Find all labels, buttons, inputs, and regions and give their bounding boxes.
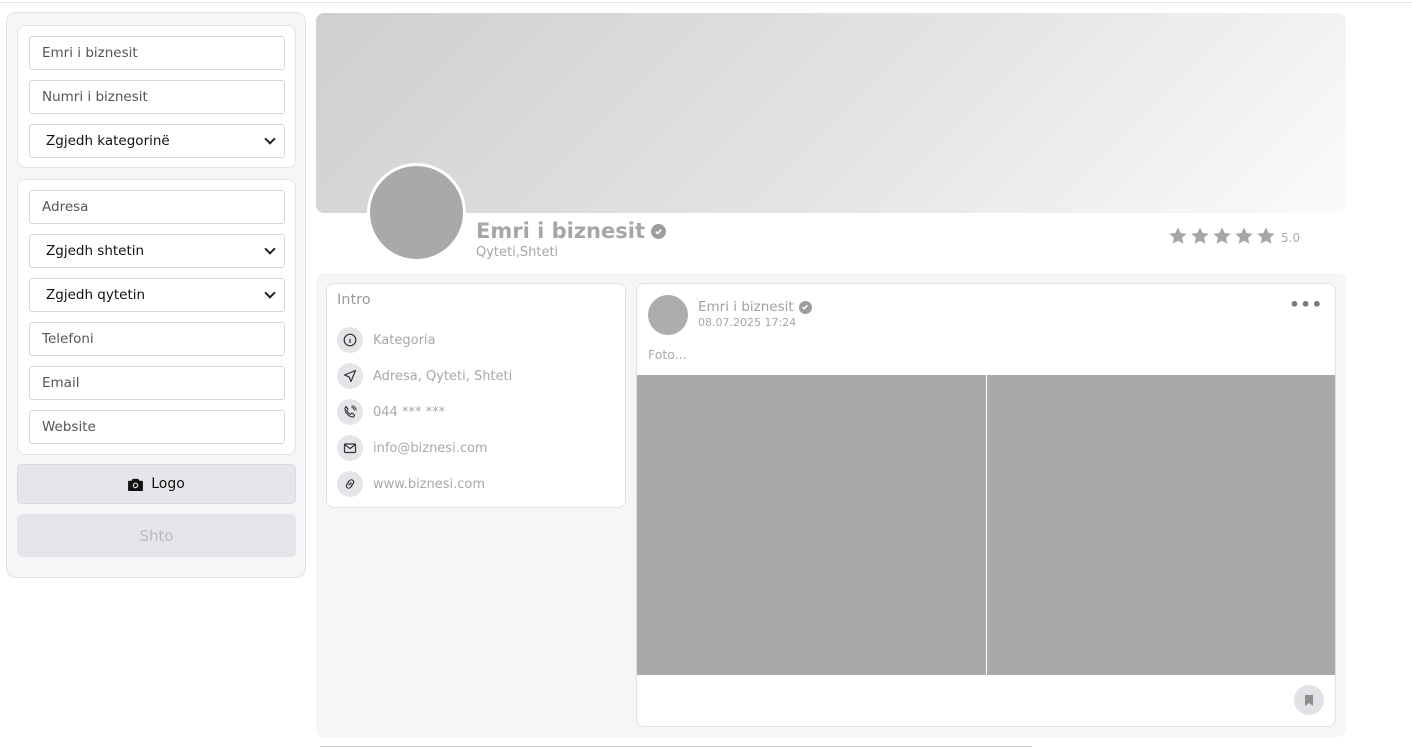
category-select-value: Zgjedh kategorinë [46,133,170,149]
intro-item-label: info@biznesi.com [373,440,488,456]
category-select[interactable]: Zgjedh kategorinë [29,124,285,158]
post-date: 08.07.2025 17:24 [698,316,797,329]
country-select[interactable]: Zgjedh shtetin [29,234,285,268]
star-icon [1235,227,1253,244]
intro-item-phone: 044 *** *** [337,399,445,425]
chevron-down-icon [264,243,276,255]
business-name-placeholder: Emri i biznesit [42,45,138,61]
email-placeholder: Email [42,375,80,391]
chevron-down-icon [264,133,276,145]
website-field[interactable]: Website [29,410,285,444]
contact-info-group: Adresa Zgjedh shtetin Zgjedh qytetin Tel… [17,179,296,455]
mail-icon [337,435,363,461]
verified-badge-icon [650,223,666,239]
intro-card: Intro Kategoria Adresa, Qyteti, Shteti 0… [326,283,626,508]
email-field[interactable]: Email [29,366,285,400]
star-icon [1191,227,1209,244]
bottom-divider [320,746,1032,747]
intro-item-category: Kategoria [337,327,436,353]
info-icon [337,327,363,353]
upload-logo-button[interactable]: Logo [17,464,296,504]
chevron-down-icon [264,287,276,299]
post-author-avatar [648,295,688,335]
business-name-heading: Emri i biznesit [476,219,666,243]
submit-button-label: Shto [139,526,174,545]
post-photo[interactable] [637,375,986,675]
bookmark-icon [1305,694,1313,706]
website-placeholder: Website [42,419,96,435]
intro-item-website: www.biznesi.com [337,471,485,497]
business-name-field[interactable]: Emri i biznesit [29,36,285,70]
intro-item-email: info@biznesi.com [337,435,488,461]
country-select-value: Zgjedh shtetin [46,243,145,259]
location-arrow-icon [337,363,363,389]
star-icon [1169,227,1187,244]
verified-badge-icon [798,300,812,314]
logo-button-label: Logo [151,476,185,492]
intro-item-label: Kategoria [373,332,436,348]
basic-info-group: Emri i biznesit Numri i biznesit Zgjedh … [17,25,296,168]
address-field[interactable]: Adresa [29,190,285,224]
intro-title: Intro [337,292,371,308]
business-form-panel: Emri i biznesit Numri i biznesit Zgjedh … [6,12,306,578]
post-card: Emri i biznesit 08.07.2025 17:24 ••• Fot… [636,283,1336,727]
top-divider [0,2,1412,3]
phone-icon [337,399,363,425]
star-icon [1213,227,1231,244]
intro-item-label: 044 *** *** [373,404,446,420]
star-icon [1257,227,1275,244]
phone-field[interactable]: Telefoni [29,322,285,356]
post-photo[interactable] [987,375,1335,675]
post-caption: Foto... [648,347,687,362]
phone-placeholder: Telefoni [42,331,94,347]
city-select[interactable]: Zgjedh qytetin [29,278,285,312]
intro-item-label: Adresa, Qyteti, Shteti [373,368,513,384]
intro-item-address: Adresa, Qyteti, Shteti [337,363,512,389]
submit-button[interactable]: Shto [17,514,296,557]
cover-photo [316,13,1346,213]
address-placeholder: Adresa [42,199,89,215]
profile-avatar [367,163,466,262]
post-author-name: Emri i biznesit [698,299,794,315]
business-number-field[interactable]: Numri i biznesit [29,80,285,114]
rating-value: 5.0 [1281,231,1301,245]
city-select-value: Zgjedh qytetin [46,287,146,303]
link-icon [337,471,363,497]
more-options-icon[interactable]: ••• [1289,297,1323,313]
rating-stars: 5.0 [1168,226,1300,246]
business-location: Qyteti,Shteti [476,245,559,260]
post-author: Emri i biznesit [698,299,812,315]
business-name-text: Emri i biznesit [476,219,645,243]
intro-item-label: www.biznesi.com [373,476,486,492]
business-number-placeholder: Numri i biznesit [42,89,148,105]
camera-icon [128,478,144,491]
bookmark-button[interactable] [1294,685,1324,715]
